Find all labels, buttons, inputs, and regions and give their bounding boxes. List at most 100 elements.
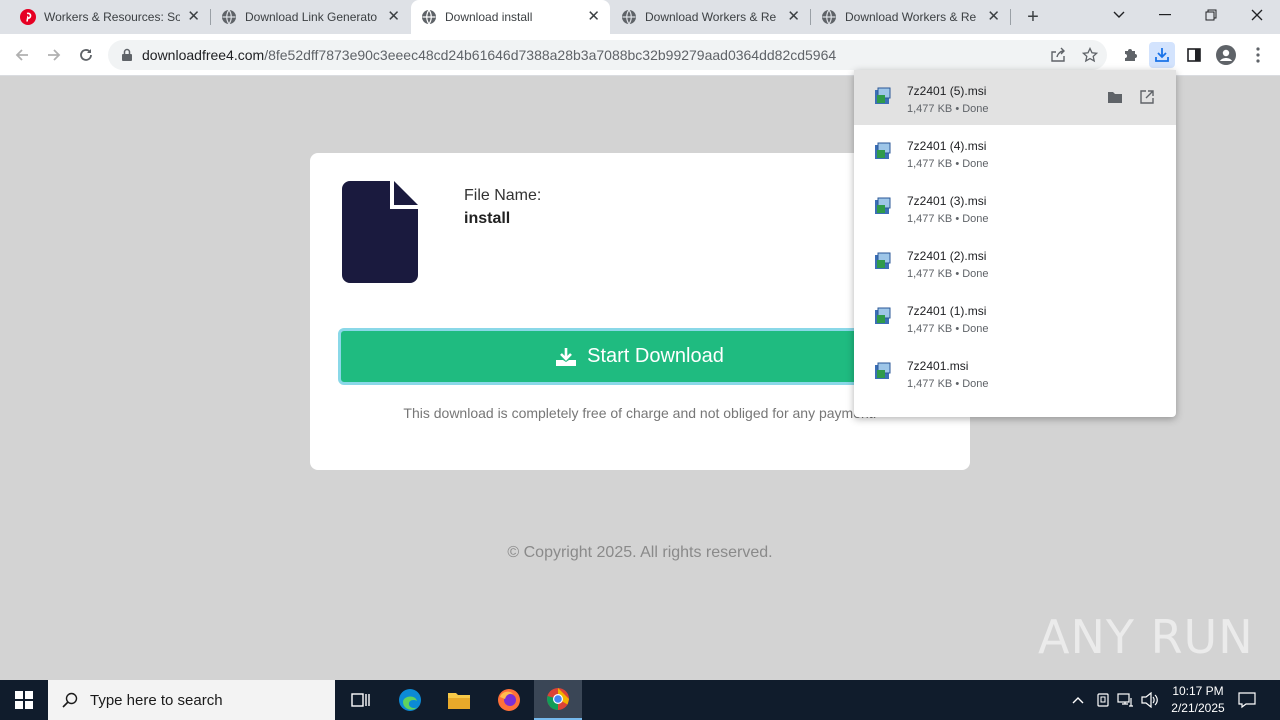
download-file-name: 7z2401.msi (907, 359, 969, 373)
forward-button[interactable] (41, 42, 67, 68)
new-tab-button[interactable]: + (1022, 6, 1044, 29)
anyrun-watermark: ANY RUN (1038, 610, 1254, 664)
msi-file-icon (875, 197, 891, 214)
start-download-label: Start Download (587, 345, 724, 367)
extensions-button[interactable] (1119, 44, 1141, 66)
notifications-button[interactable] (1232, 680, 1262, 720)
url-path: /8fe52dff7873e90c3eeec48cd24b61646d7388a… (264, 47, 837, 63)
download-item[interactable]: 7z2401 (1).msi 1,477 KB • Done (854, 290, 1176, 345)
close-tab-icon[interactable]: ✕ (387, 9, 400, 25)
download-file-meta: 1,477 KB • Done (907, 378, 989, 390)
taskbar-clock[interactable]: 10:17 PM 2/21/2025 (1162, 683, 1234, 717)
windows-taskbar: Type here to search 10:17 PM 2/21/2025 (0, 680, 1280, 720)
pinterest-icon (20, 9, 36, 25)
tab-workers-resources[interactable]: Workers & Resources: So ✕ (10, 0, 210, 34)
windows-logo-icon (15, 691, 33, 709)
download-file-meta: 1,477 KB • Done (907, 213, 989, 225)
file-name-label: File Name: (464, 187, 542, 204)
lock-icon[interactable] (120, 48, 134, 62)
address-bar[interactable]: downloadfree4.com/8fe52dff7873e90c3eeec4… (108, 40, 1107, 70)
firefox-icon (498, 689, 520, 711)
download-file-meta: 1,477 KB • Done (907, 103, 989, 115)
download-file-name: 7z2401 (3).msi (907, 194, 987, 208)
back-button[interactable] (9, 42, 35, 68)
tab-download-workers-1[interactable]: Download Workers & Re ✕ (611, 0, 810, 34)
arrow-left-icon (15, 49, 28, 61)
search-icon (62, 692, 78, 708)
edge-app[interactable] (386, 680, 434, 720)
tab-strip: Workers & Resources: So ✕ Download Link … (0, 0, 1280, 34)
download-icon (556, 347, 577, 366)
globe-icon (622, 9, 636, 25)
download-item[interactable]: 7z2401.msi 1,477 KB • Done (854, 345, 1176, 400)
download-item[interactable]: 7z2401 (2).msi 1,477 KB • Done (854, 235, 1176, 290)
search-placeholder: Type here to search (90, 691, 223, 709)
tray-device-button[interactable] (1092, 680, 1114, 720)
msi-file-icon (875, 362, 891, 379)
url-text: downloadfree4.com/8fe52dff7873e90c3eeec4… (142, 47, 836, 63)
volume-button[interactable] (1139, 680, 1161, 720)
chevron-down-icon (1113, 11, 1125, 18)
download-item[interactable]: 7z2401 (4).msi 1,477 KB • Done (854, 125, 1176, 180)
puzzle-icon (1125, 49, 1137, 61)
close-tab-icon[interactable]: ✕ (787, 9, 800, 25)
start-button[interactable] (0, 680, 48, 720)
close-window-button[interactable] (1234, 0, 1280, 30)
tab-link-generator[interactable]: Download Link Generato ✕ (211, 0, 410, 34)
show-hidden-icons-button[interactable] (1068, 680, 1088, 720)
download-file-meta: 1,477 KB • Done (907, 158, 989, 170)
arrow-right-icon (48, 49, 61, 61)
globe-icon (822, 9, 836, 25)
downloads-bubble: 7z2401 (5).msi 1,477 KB • Done 7z2401 (4… (854, 70, 1176, 417)
globe-icon (222, 9, 236, 25)
copyright-text: © Copyright 2025. All rights reserved. (507, 544, 773, 561)
open-external-icon[interactable] (1139, 89, 1155, 105)
download-file-name: 7z2401 (2).msi (907, 249, 987, 263)
tab-title: Download Workers & Re (845, 10, 977, 24)
downloads-button[interactable] (1149, 42, 1175, 68)
chrome-app[interactable] (534, 680, 582, 720)
side-panel-button[interactable] (1183, 44, 1205, 66)
download-file-name: 7z2401 (5).msi (907, 84, 987, 98)
msi-file-icon (875, 142, 891, 159)
msi-file-icon (875, 87, 891, 104)
taskbar-search-box[interactable]: Type here to search (48, 680, 335, 720)
file-explorer-app[interactable] (435, 680, 483, 720)
clock-time: 10:17 PM (1172, 684, 1224, 698)
reload-button[interactable] (73, 42, 99, 68)
network-button[interactable] (1115, 680, 1137, 720)
tab-title: Workers & Resources: So (44, 10, 180, 24)
profile-button[interactable] (1215, 44, 1237, 66)
share-button[interactable] (1047, 44, 1069, 66)
tab-search-button[interactable] (1096, 0, 1142, 30)
bookmark-button[interactable] (1079, 44, 1101, 66)
chrome-icon (547, 688, 569, 710)
tab-separator (1010, 9, 1011, 25)
url-domain: downloadfree4.com (142, 47, 265, 63)
download-item[interactable]: 7z2401 (3).msi 1,477 KB • Done (854, 180, 1176, 235)
speaker-icon (1141, 692, 1158, 708)
file-name-value: install (464, 210, 511, 227)
msi-file-icon (875, 307, 891, 324)
close-tab-icon[interactable]: ✕ (987, 9, 1000, 25)
restore-button[interactable] (1188, 0, 1234, 30)
close-tab-icon[interactable]: ✕ (187, 9, 200, 25)
menu-button[interactable] (1247, 44, 1269, 66)
share-icon (1051, 47, 1065, 62)
tab-title: Download install (445, 10, 533, 24)
close-tab-icon[interactable]: ✕ (587, 9, 600, 25)
task-view-button[interactable] (336, 680, 384, 720)
reload-icon (80, 49, 92, 61)
task-view-icon (351, 693, 370, 707)
tab-download-install[interactable]: Download install ✕ (411, 0, 610, 34)
msi-file-icon (875, 252, 891, 269)
tab-download-workers-2[interactable]: Download Workers & Re ✕ (811, 0, 1010, 34)
folder-icon[interactable] (1107, 89, 1123, 105)
minimize-button[interactable] (1142, 0, 1188, 30)
side-panel-icon (1187, 48, 1201, 62)
file-icon (342, 181, 418, 283)
start-download-button[interactable]: Start Download (338, 328, 941, 385)
firefox-app[interactable] (485, 680, 533, 720)
download-item[interactable]: 7z2401 (5).msi 1,477 KB • Done (854, 70, 1176, 125)
globe-icon (422, 9, 436, 25)
